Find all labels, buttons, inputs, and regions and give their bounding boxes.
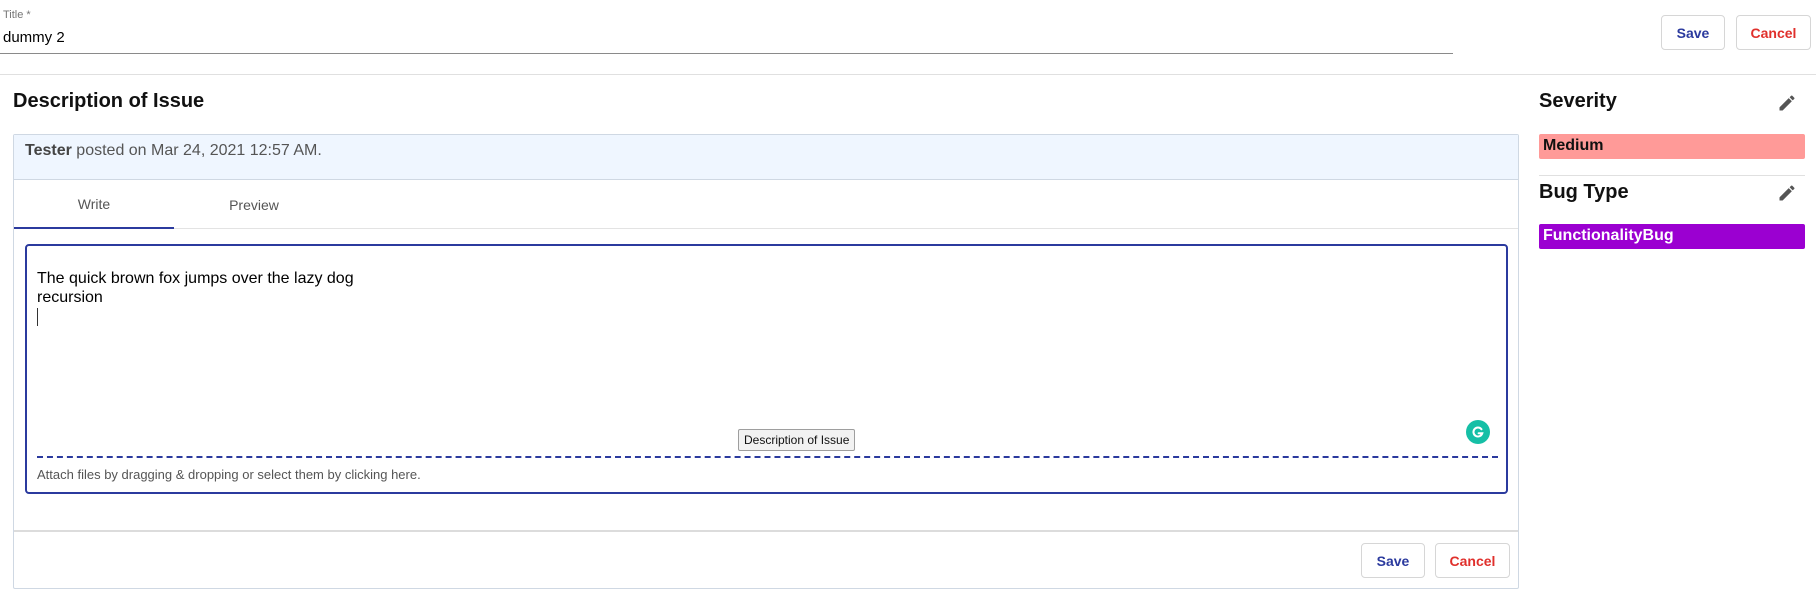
title-input[interactable]: dummy 2 xyxy=(3,29,65,46)
editor-tooltip: Description of Issue xyxy=(738,429,856,451)
footer-divider xyxy=(14,530,1518,532)
title-underline xyxy=(0,53,1453,54)
posted-timestamp: posted on Mar 24, 2021 12:57 AM. xyxy=(76,142,322,159)
editor-tabs: Write Preview xyxy=(14,180,1518,229)
severity-badge: Medium xyxy=(1539,134,1805,159)
description-cancel-button[interactable]: Cancel xyxy=(1435,543,1510,578)
severity-edit-icon[interactable] xyxy=(1777,93,1797,113)
sidebar-divider xyxy=(1539,175,1805,176)
posted-bar: Tester posted on Mar 24, 2021 12:57 AM. xyxy=(14,135,1518,180)
header-cancel-button[interactable]: Cancel xyxy=(1736,15,1811,50)
tab-preview[interactable]: Preview xyxy=(174,180,334,229)
description-heading: Description of Issue xyxy=(13,90,205,112)
description-card: Tester posted on Mar 24, 2021 12:57 AM. … xyxy=(13,134,1519,589)
editor-line: The quick brown fox jumps over the lazy … xyxy=(37,270,354,287)
bug-type-edit-icon[interactable] xyxy=(1777,183,1797,203)
tab-write[interactable]: Write xyxy=(14,180,174,229)
description-save-button[interactable]: Save xyxy=(1361,543,1425,578)
text-caret xyxy=(37,308,38,326)
author-name: Tester xyxy=(25,142,72,159)
header-save-button[interactable]: Save xyxy=(1661,15,1725,50)
bug-type-badge: FunctionalityBug xyxy=(1539,224,1805,249)
title-label: Title * xyxy=(3,9,31,21)
grammarly-icon[interactable] xyxy=(1466,420,1490,444)
severity-heading: Severity xyxy=(1539,90,1617,112)
editor-line: recursion xyxy=(37,289,103,306)
header-divider xyxy=(0,74,1816,75)
drop-zone-divider xyxy=(37,456,1498,458)
description-editor[interactable]: The quick brown fox jumps over the lazy … xyxy=(25,244,1508,494)
bug-type-heading: Bug Type xyxy=(1539,181,1629,203)
attach-files-hint[interactable]: Attach files by dragging & dropping or s… xyxy=(37,467,421,482)
